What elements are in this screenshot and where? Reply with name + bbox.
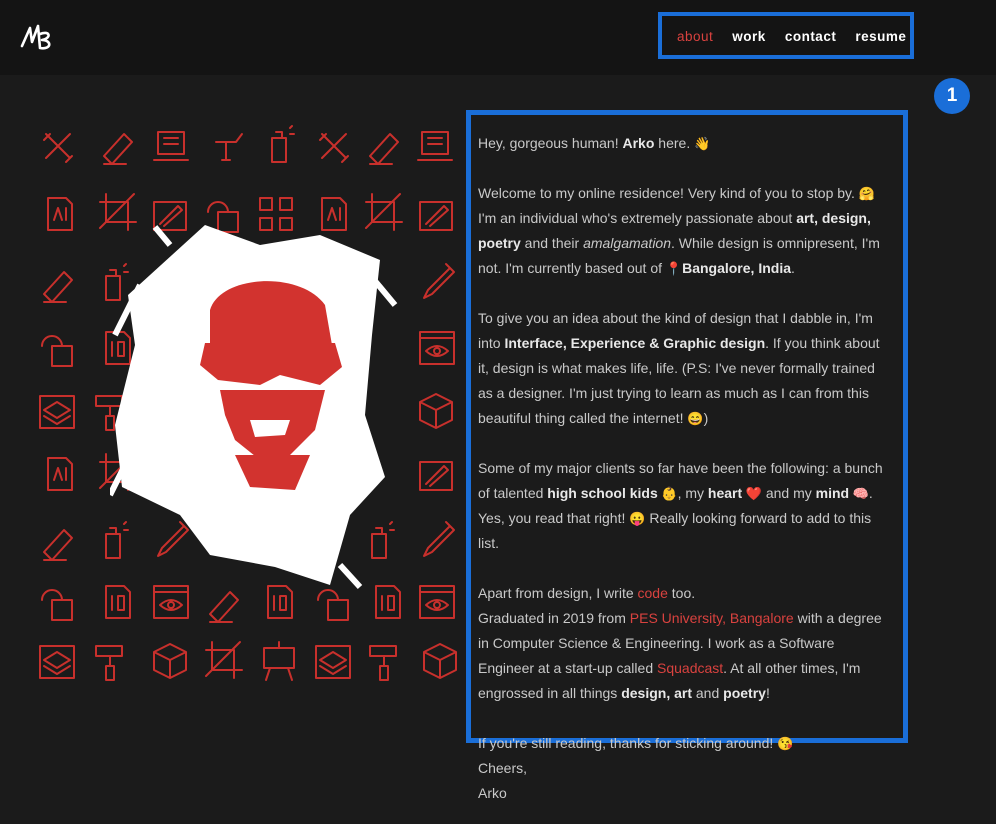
brain-emoji-icon: 🧠 — [849, 486, 869, 501]
layers-icon — [315, 645, 351, 679]
eraser-icon — [43, 271, 73, 303]
id-file-icon — [267, 585, 293, 619]
eraser-icon — [209, 591, 239, 623]
pes-university-link[interactable]: PES University, Bangalore — [630, 610, 794, 626]
paint-roller-icon — [95, 645, 123, 681]
smile-emoji-icon: 😄 — [687, 411, 704, 426]
layers-icon — [39, 395, 75, 429]
ai-file-icon — [47, 197, 73, 231]
spray-can-icon — [271, 125, 295, 163]
hug-emoji-icon: 🤗 — [858, 186, 875, 201]
pencil-ruler-icon — [319, 133, 349, 163]
squadcast-link[interactable]: Squadcast — [657, 660, 723, 676]
crop-icon — [205, 641, 243, 679]
image-edit-icon — [419, 201, 453, 231]
eye-window-icon — [419, 585, 455, 619]
cube-icon — [419, 393, 453, 429]
heart-emoji-icon: ❤️ — [742, 486, 762, 501]
pencil-ruler-icon — [43, 133, 73, 163]
nav-highlight-box — [658, 12, 914, 59]
eraser-icon — [43, 529, 73, 561]
code-link[interactable]: code — [638, 585, 668, 601]
signoff-name: Arko — [478, 785, 507, 801]
cube-icon — [153, 643, 187, 679]
about-intro: Welcome to my online residence! Very kin… — [478, 185, 880, 276]
signoff-cheers: Cheers, — [478, 760, 528, 776]
eraser-icon — [103, 133, 133, 165]
eye-window-icon — [419, 331, 455, 365]
signoff: Cheers, Arko — [478, 756, 527, 806]
laptop-icon — [417, 131, 453, 161]
easel-icon — [263, 641, 295, 681]
laptop-icon — [153, 131, 189, 161]
dropper-icon — [423, 263, 455, 299]
shapes-icon — [41, 589, 73, 621]
cube-icon — [423, 643, 457, 679]
paint-roller-icon — [369, 645, 397, 681]
dropper-icon — [423, 521, 455, 557]
about-thanks: If you're still reading, thanks for stic… — [478, 735, 794, 751]
baby-emoji-icon: 👶 — [657, 486, 678, 501]
eye-window-icon — [153, 585, 189, 619]
id-file-icon — [375, 585, 401, 619]
about-design-paragraph: To give you an idea about the kind of de… — [478, 310, 880, 426]
kiss-emoji-icon: 😘 — [777, 736, 794, 751]
about-clients-paragraph: Some of my major clients so far have bee… — [478, 460, 883, 551]
annotation-badge: 1 — [934, 78, 970, 114]
about-text: Hey, gorgeous human! Arko here. 👋 Welcom… — [478, 131, 892, 781]
id-file-icon — [105, 585, 131, 619]
image-edit-icon — [419, 461, 453, 491]
shapes-icon — [317, 589, 349, 621]
ai-file-icon — [47, 457, 73, 491]
signature-logo[interactable] — [18, 20, 56, 54]
pin-emoji-icon: 📍 — [665, 261, 683, 276]
wave-emoji-icon: 👋 — [694, 136, 711, 151]
eraser-icon — [369, 133, 399, 165]
pen-tool-icon — [215, 133, 243, 161]
shapes-icon — [41, 335, 73, 367]
portrait-brush-image — [110, 225, 398, 590]
layers-icon — [39, 645, 75, 679]
about-greeting: Hey, gorgeous human! Arko here. 👋 — [478, 135, 711, 151]
about-code-paragraph: Apart from design, I write code too. Gra… — [478, 585, 882, 701]
tongue-emoji-icon: 😛 — [629, 511, 646, 526]
